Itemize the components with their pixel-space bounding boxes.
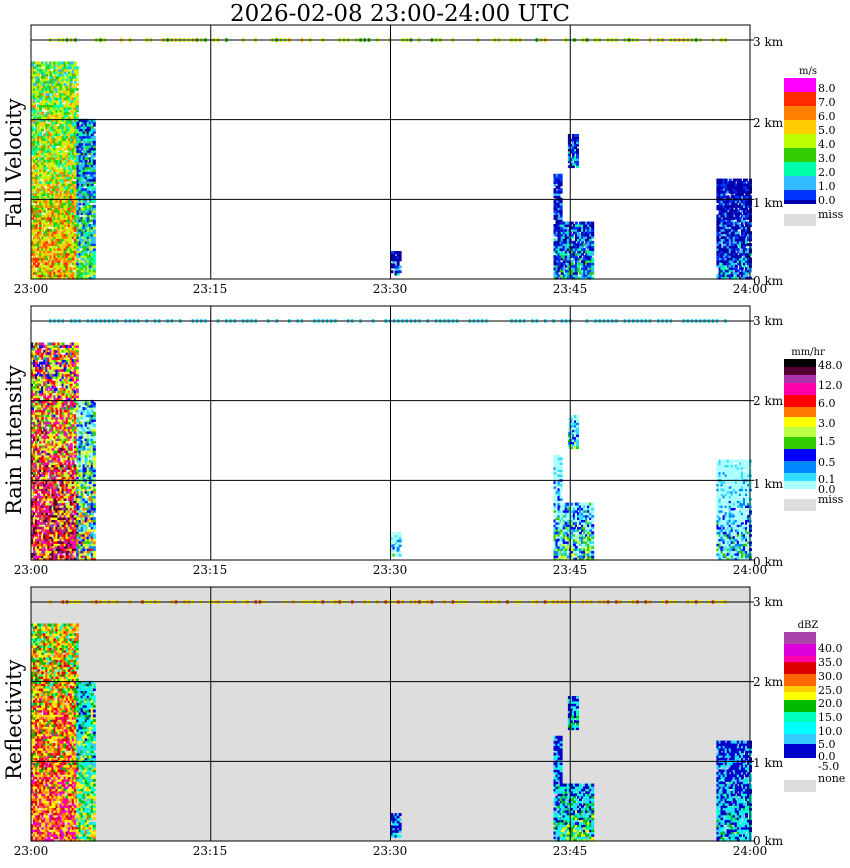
rain-intensity-panel: Rain Intensity 23:00 23:15 23:30 23:45 2… [0, 281, 850, 577]
legend-label: 2.0 [818, 166, 836, 179]
echo-cell [73, 61, 77, 65]
echo-cell [591, 221, 595, 225]
legend-swatch [784, 162, 816, 176]
echo-cell [398, 270, 402, 274]
legend-missing-label: miss [818, 208, 844, 221]
echo-cell [75, 83, 79, 86]
echo-cell [736, 231, 740, 235]
echo-cell [92, 185, 96, 189]
y-tick-label: 3 km [753, 35, 784, 49]
echo-cell [576, 134, 579, 137]
echo-cell [591, 240, 595, 244]
fall-velocity-panel: Fall Velocity 23:00 23:15 23:30 23:45 24… [0, 0, 850, 296]
legend-swatch [784, 120, 816, 134]
echo-cell [75, 114, 79, 118]
legend-swatch [784, 78, 816, 92]
y-tick-label: 2 km [753, 116, 784, 130]
legend-swatch [784, 92, 816, 106]
legend-label: 1.0 [818, 180, 836, 193]
fall-velocity-plot [30, 24, 754, 280]
echo-cell [576, 148, 579, 152]
legend-label: 7.0 [818, 96, 836, 109]
echo-cell [92, 204, 96, 208]
legend-swatch [784, 190, 816, 200]
legend-swatch [784, 200, 816, 204]
legend-unit: m/s [799, 66, 817, 77]
echo-cell [92, 135, 96, 139]
legend-label: 0.0 [818, 194, 836, 207]
echo-cell [92, 159, 96, 163]
echo-cell [591, 257, 595, 261]
legend-label: 6.0 [818, 110, 836, 123]
echo-cell [398, 251, 402, 255]
echo-cell [55, 483, 59, 487]
echo-cell [92, 128, 96, 132]
legend-label: 3.0 [818, 152, 836, 165]
legend-label: 5.0 [818, 124, 836, 137]
echo-cell [398, 265, 402, 269]
legend-swatch [784, 176, 816, 190]
legend-label: 4.0 [818, 138, 836, 151]
echo-cell [75, 92, 79, 96]
echo-cell [75, 78, 79, 82]
legend-label: 8.0 [818, 82, 836, 95]
rain-intensity-plot [30, 305, 754, 561]
echo-cell [75, 87, 79, 91]
echo-cell [559, 188, 563, 192]
legend-swatch [784, 134, 816, 148]
legend-missing-swatch [784, 214, 816, 226]
legend-swatch [784, 106, 816, 120]
echo-cell [75, 66, 79, 70]
y-axis-label: Fall Velocity [2, 98, 26, 228]
echo-cell [559, 173, 563, 177]
y-tick-label: 1 km [753, 196, 784, 210]
legend-swatch [784, 148, 816, 162]
